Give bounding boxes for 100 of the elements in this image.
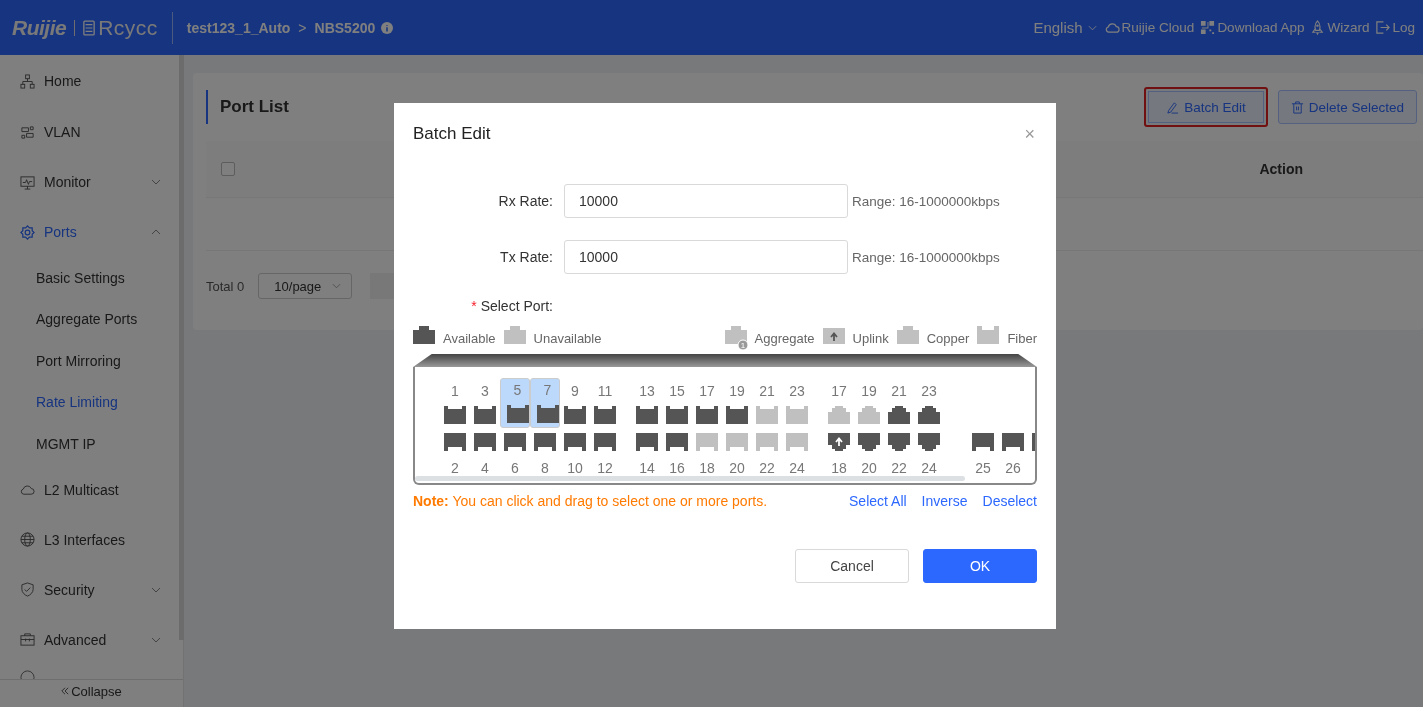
- ethernet-port-icon[interactable]: [1002, 433, 1024, 451]
- ok-button[interactable]: OK: [923, 549, 1037, 583]
- ethernet-port-icon[interactable]: [636, 406, 658, 424]
- port-cell[interactable]: 7: [530, 378, 560, 428]
- sidebar-item[interactable]: Monitor: [0, 157, 183, 207]
- select-all-checkbox[interactable]: [221, 162, 235, 176]
- sidebar-item[interactable]: L3 Interfaces: [0, 514, 183, 565]
- ethernet-port-icon[interactable]: [888, 433, 910, 451]
- ethernet-port-icon[interactable]: [918, 406, 940, 424]
- ethernet-port-icon[interactable]: [564, 433, 586, 451]
- ethernet-port-icon[interactable]: [444, 433, 466, 451]
- ethernet-port-icon[interactable]: [474, 406, 496, 424]
- dialog-title: Batch Edit: [413, 124, 491, 144]
- port-cell[interactable]: 9: [560, 378, 590, 428]
- sidebar-subitem[interactable]: Port Mirroring: [0, 340, 183, 382]
- ethernet-port-icon[interactable]: [828, 433, 850, 451]
- port-cell[interactable]: 6: [500, 428, 530, 478]
- sidebar-item[interactable]: L2 Multicast: [0, 464, 183, 515]
- port-cell[interactable]: 21: [884, 378, 914, 428]
- port-cell[interactable]: 24: [914, 428, 944, 478]
- port-cell[interactable]: 1: [440, 378, 470, 428]
- port-cell[interactable]: 22: [884, 428, 914, 478]
- monitor-icon: [20, 174, 35, 190]
- info-icon[interactable]: [381, 21, 394, 34]
- port-cell[interactable]: 20: [722, 428, 752, 478]
- sidebar-item[interactable]: Home: [0, 55, 183, 107]
- ethernet-port-icon[interactable]: [636, 433, 658, 451]
- sidebar-subitem[interactable]: Rate Limiting: [0, 381, 183, 423]
- collapse-button[interactable]: Collapse: [0, 679, 183, 707]
- port-cell[interactable]: 23: [782, 378, 812, 428]
- port-cell[interactable]: 11: [590, 378, 620, 428]
- port-cell[interactable]: 20: [854, 428, 884, 478]
- selection-link[interactable]: Deselect: [982, 493, 1037, 509]
- ethernet-port-icon[interactable]: [696, 406, 718, 424]
- ethernet-port-icon[interactable]: [444, 406, 466, 424]
- port-cell[interactable]: 26: [998, 428, 1028, 478]
- port-cell[interactable]: 13: [632, 378, 662, 428]
- ethernet-port-icon[interactable]: [726, 406, 748, 424]
- port-cell[interactable]: 3: [470, 378, 500, 428]
- port-cell[interactable]: 25: [968, 428, 998, 478]
- ethernet-port-icon[interactable]: [474, 433, 496, 451]
- device-name: NBS5200: [314, 19, 376, 36]
- port-cell[interactable]: 16: [662, 428, 692, 478]
- ethernet-port-icon[interactable]: [594, 406, 616, 424]
- port-cell[interactable]: 23: [914, 378, 944, 428]
- selection-link[interactable]: Select All: [849, 493, 907, 509]
- header-link[interactable]: Log: [1375, 20, 1415, 35]
- ethernet-port-icon[interactable]: [858, 433, 880, 451]
- toolbar-button[interactable]: Delete Selected: [1277, 90, 1417, 124]
- port-cell[interactable]: 19: [854, 378, 884, 428]
- breadcrumb-link[interactable]: test123_1_Auto: [186, 19, 291, 36]
- port-cell[interactable]: 14: [632, 428, 662, 478]
- ethernet-port-icon[interactable]: [564, 406, 586, 424]
- port-cell[interactable]: 12: [590, 428, 620, 478]
- sidebar-item[interactable]: Security: [0, 564, 183, 615]
- ethernet-port-icon[interactable]: [666, 406, 688, 424]
- sidebar-item[interactable]: Ports: [0, 207, 183, 257]
- ethernet-port-icon[interactable]: [972, 433, 994, 451]
- ethernet-port-icon[interactable]: [888, 406, 910, 424]
- port-cell[interactable]: 17: [824, 378, 854, 428]
- port-cell[interactable]: 10: [560, 428, 590, 478]
- port-cell[interactable]: 17: [692, 378, 722, 428]
- rate-input[interactable]: 10000: [564, 240, 848, 274]
- port-cell[interactable]: 5: [500, 378, 530, 428]
- sidebar-item[interactable]: Advanced: [0, 614, 183, 665]
- header-link[interactable]: Ruijie Cloud: [1104, 20, 1195, 35]
- port-cell[interactable]: 18: [692, 428, 722, 478]
- port-cell[interactable]: 21: [752, 378, 782, 428]
- port-cell[interactable]: 18: [824, 428, 854, 478]
- header-link[interactable]: Download App: [1200, 20, 1305, 35]
- port-cell[interactable]: 15: [662, 378, 692, 428]
- port-cell[interactable]: 19: [722, 378, 752, 428]
- port-cell[interactable]: 2: [440, 428, 470, 478]
- port-number: 3: [481, 382, 489, 400]
- pagination-button[interactable]: [370, 273, 397, 299]
- ethernet-port-icon[interactable]: [504, 433, 526, 451]
- header-link[interactable]: English: [1033, 19, 1097, 36]
- close-button[interactable]: ×: [1024, 123, 1035, 145]
- breadcrumb-separator: >: [298, 19, 307, 36]
- sidebar-item[interactable]: VLAN: [0, 107, 183, 157]
- rate-input[interactable]: 10000: [564, 184, 848, 218]
- ethernet-port-icon[interactable]: [666, 433, 688, 451]
- sidebar-subitem[interactable]: Basic Settings: [0, 257, 183, 299]
- ethernet-port-icon[interactable]: [536, 405, 559, 423]
- port-cell[interactable]: 4: [470, 428, 500, 478]
- toolbar-button[interactable]: Batch Edit: [1144, 87, 1268, 127]
- port-cell[interactable]: 8: [530, 428, 560, 478]
- cancel-button[interactable]: Cancel: [795, 549, 909, 583]
- port-cell[interactable]: 22: [752, 428, 782, 478]
- header-link[interactable]: Wizard: [1310, 20, 1370, 35]
- ethernet-port-icon[interactable]: [918, 433, 940, 451]
- ethernet-port-icon[interactable]: [506, 405, 529, 423]
- selection-link[interactable]: Inverse: [921, 493, 968, 509]
- sidebar-subitem[interactable]: MGMT IP: [0, 423, 183, 465]
- ethernet-port-icon[interactable]: [594, 433, 616, 451]
- port-number: 13: [639, 382, 655, 400]
- sidebar-subitem[interactable]: Aggregate Ports: [0, 298, 183, 340]
- page-size-select[interactable]: 10/page: [258, 273, 353, 299]
- port-cell[interactable]: 24: [782, 428, 812, 478]
- ethernet-port-icon[interactable]: [534, 433, 556, 451]
